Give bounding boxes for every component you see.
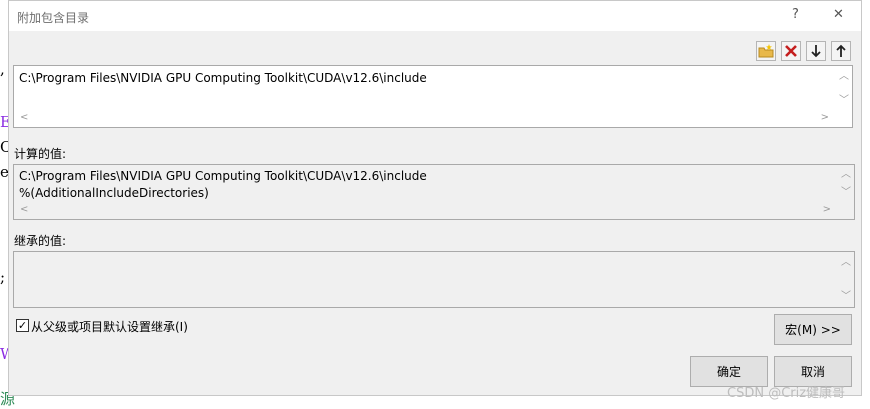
delete-line-button[interactable] (781, 41, 801, 61)
delete-x-icon (785, 45, 797, 57)
scroll-left-arrow-icon[interactable]: < (20, 113, 28, 123)
scroll-right-arrow-icon[interactable]: > (821, 113, 829, 123)
directory-edit-box[interactable]: C:\Program Files\NVIDIA GPU Computing To… (13, 65, 853, 128)
new-folder-icon (758, 44, 774, 58)
title-bar: 附加包含目录 ? ✕ (9, 1, 861, 31)
bg-char: , (0, 60, 5, 78)
watermark: CSDN @Criz健康哥 (727, 386, 846, 401)
move-up-button[interactable] (831, 41, 851, 61)
inherit-checkbox[interactable]: ✓ (16, 319, 29, 332)
inherited-value-box: ︿ ﹀ (13, 251, 855, 308)
evaluated-value-label: 计算的值: (14, 147, 67, 161)
move-down-button[interactable] (806, 41, 826, 61)
vertical-scrollbar[interactable]: ︿ ﹀ (837, 165, 854, 202)
vertical-scrollbar[interactable]: ︿ ﹀ (837, 252, 854, 307)
scroll-up-arrow-icon[interactable]: ︿ (841, 170, 851, 180)
scroll-up-arrow-icon[interactable]: ︿ (841, 258, 851, 268)
horizontal-scrollbar[interactable]: < > (14, 202, 837, 219)
arrow-down-icon (811, 45, 821, 58)
dialog-title: 附加包含目录 (17, 11, 90, 25)
horizontal-scrollbar[interactable]: < > (14, 110, 835, 127)
new-line-button[interactable] (756, 41, 776, 61)
evaluated-value-box: C:\Program Files\NVIDIA GPU Computing To… (13, 164, 855, 220)
scroll-down-arrow-icon[interactable]: ﹀ (841, 188, 851, 198)
inherit-checkbox-label[interactable]: 从父级或项目默认设置继承(I) (31, 318, 188, 335)
scroll-right-arrow-icon[interactable]: > (823, 205, 831, 215)
close-button[interactable]: ✕ (833, 7, 844, 22)
include-directories-dialog: 附加包含目录 ? ✕ C:\Program Files\NVIDIA GPU C… (8, 0, 862, 396)
vertical-scrollbar[interactable]: ︿ ﹀ (835, 66, 852, 110)
arrow-up-icon (836, 44, 846, 57)
edit-line[interactable]: C:\Program Files\NVIDIA GPU Computing To… (19, 71, 427, 85)
bg-char: ; (0, 268, 6, 286)
evaluated-line: C:\Program Files\NVIDIA GPU Computing To… (19, 169, 427, 183)
inherited-value-label: 继承的值: (14, 234, 67, 248)
help-button[interactable]: ? (792, 7, 799, 22)
macro-button[interactable]: 宏(M) >> (774, 314, 852, 345)
scroll-left-arrow-icon[interactable]: < (20, 205, 28, 215)
scroll-down-arrow-icon[interactable]: ﹀ (839, 96, 849, 106)
evaluated-line: %(AdditionalIncludeDirectories) (19, 186, 209, 200)
background-editor-strip: , E C e ; W 源 (0, 0, 15, 408)
scroll-down-arrow-icon[interactable]: ﹀ (841, 292, 851, 302)
scroll-up-arrow-icon[interactable]: ︿ (839, 72, 849, 82)
